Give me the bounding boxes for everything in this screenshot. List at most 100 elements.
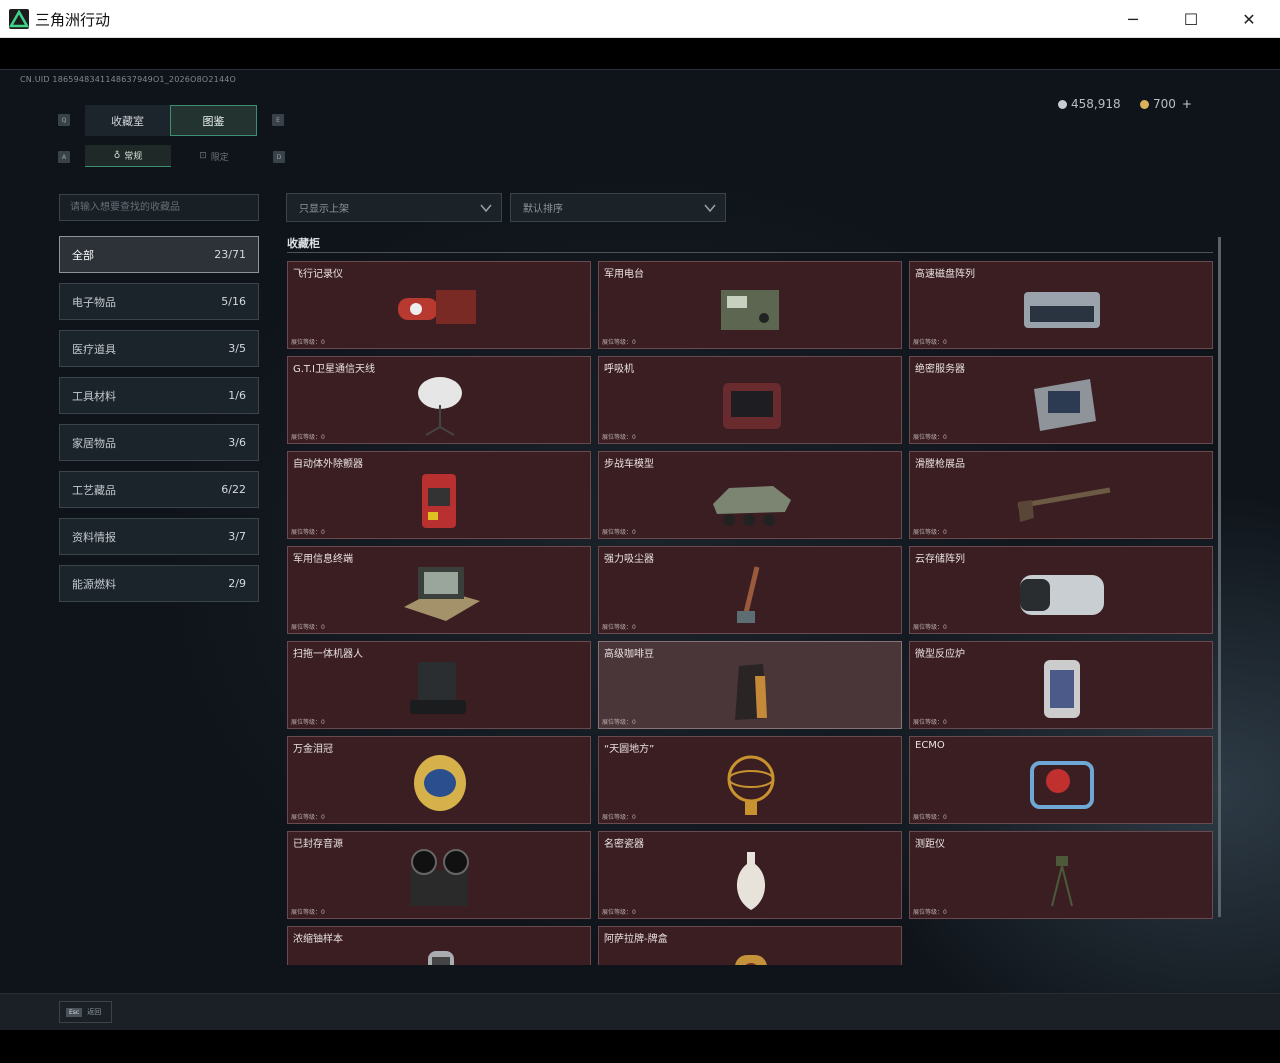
- booth-level: 展位等级：0: [291, 719, 325, 726]
- collectible-card[interactable]: ECMO 展位等级：0: [909, 736, 1213, 824]
- close-window-button[interactable]: ✕: [1220, 0, 1278, 38]
- collectible-card[interactable]: 飞行记录仪展位等级：0: [287, 261, 591, 349]
- card-box-icon: [699, 941, 803, 965]
- tab-catalog[interactable]: 图鉴: [170, 105, 257, 136]
- collectible-card[interactable]: 浓缩铀样本展位等级：0: [287, 926, 591, 965]
- category-label: 工艺藏品: [72, 483, 116, 497]
- add-currency-icon[interactable]: +: [1182, 97, 1192, 111]
- collectible-card[interactable]: 微型反应炉展位等级：0: [909, 641, 1213, 729]
- booth-level: 展位等级：0: [602, 719, 636, 726]
- collectible-name: 万金泪冠: [293, 744, 333, 755]
- category-count: 3/5: [228, 342, 246, 355]
- chevron-down-icon: [480, 204, 492, 213]
- category-item[interactable]: 医疗道具 3/5: [59, 330, 259, 367]
- robot-vacuum-icon: [388, 656, 492, 722]
- category-item[interactable]: 家居物品 3/6: [59, 424, 259, 461]
- booth-level: 展位等级：0: [913, 339, 947, 346]
- gold-coin-icon: [1140, 99, 1149, 109]
- collection-screen: CN.UID 1865948341148637949O1_2026O8O2144…: [0, 69, 1280, 993]
- collectible-card[interactable]: 军用电台 展位等级：0: [598, 261, 902, 349]
- category-count: 3/6: [228, 436, 246, 449]
- collectible-name: 高级咖啡豆: [604, 649, 654, 660]
- booth-level: 展位等级：0: [291, 339, 325, 346]
- sort-dropdown[interactable]: 默认排序: [510, 193, 726, 222]
- category-count: 1/6: [228, 389, 246, 402]
- gold-currency[interactable]: 700 +: [1140, 97, 1192, 111]
- booth-level: 展位等级：0: [291, 814, 325, 821]
- collectible-card[interactable]: 测距仪展位等级：0: [909, 831, 1213, 919]
- flight-recorder-icon: [388, 276, 492, 342]
- bottom-bar: Esc 返回: [0, 993, 1280, 1030]
- cloud-storage-icon: [1010, 561, 1114, 627]
- silver-coin-icon: [1058, 99, 1067, 109]
- collectible-card[interactable]: 呼吸机 展位等级：0: [598, 356, 902, 444]
- collectible-card[interactable]: 名密瓷器 展位等级：0: [598, 831, 902, 919]
- booth-level: 展位等级：0: [913, 814, 947, 821]
- jeweled-egg-icon: [388, 751, 492, 817]
- regular-icon: ♁: [113, 150, 121, 161]
- game-viewport: CN.UID 1865948341148637949O1_2026O8O2144…: [0, 38, 1280, 1030]
- collectible-card[interactable]: 绝密服务器 展位等级：0: [909, 356, 1213, 444]
- collectible-name: 军用电台: [604, 269, 644, 280]
- booth-level: 展位等级：0: [913, 719, 947, 726]
- category-count: 23/71: [214, 248, 246, 261]
- uranium-sample-icon: [388, 941, 492, 965]
- collectible-name: 测距仪: [915, 839, 945, 850]
- collectible-card[interactable]: 阿萨拉牌-牌盒展位等级：0: [598, 926, 902, 965]
- category-count: 3/7: [228, 530, 246, 543]
- collectible-card[interactable]: 军用信息终端 展位等级：0: [287, 546, 591, 634]
- category-label: 工具材料: [72, 389, 116, 403]
- collectible-name: 强力吸尘器: [604, 554, 654, 565]
- collectible-card[interactable]: 扫拖一体机器人展位等级：0: [287, 641, 591, 729]
- collectible-card[interactable]: 自动体外除颤器 展位等级：0: [287, 451, 591, 539]
- porcelain-vase-icon: [699, 846, 803, 912]
- collectible-card[interactable]: 强力吸尘器 展位等级：0: [598, 546, 902, 634]
- collectible-grid-viewport[interactable]: 飞行记录仪 展位等级：0 军用电台 展位等级：0 高速磁盘阵列 展位等级：0 G.T.I卫星…: [287, 261, 1213, 965]
- category-item[interactable]: 全部 23/71: [59, 236, 259, 273]
- collectible-name: 高速磁盘阵列: [915, 269, 975, 280]
- collectible-name: 扫拖一体机器人: [293, 649, 363, 660]
- subtab-limited-label: 限定: [210, 152, 229, 163]
- collectible-card[interactable]: 高级咖啡豆展位等级：0: [598, 641, 902, 729]
- minimize-button[interactable]: ─: [1104, 0, 1162, 38]
- subtab-limited[interactable]: ⊡ 限定: [171, 145, 257, 167]
- armillary-sphere-icon: [699, 751, 803, 817]
- collectible-name: 步战车模型: [604, 459, 654, 470]
- back-label: 返回: [87, 1008, 102, 1016]
- booth-level: 展位等级：0: [913, 909, 947, 916]
- satellite-dish-icon: [388, 371, 492, 437]
- collectible-card[interactable]: G.T.I卫星通信天线 展位等级：0: [287, 356, 591, 444]
- maximize-button[interactable]: ☐: [1162, 0, 1220, 38]
- collectible-search[interactable]: [59, 194, 259, 221]
- category-item[interactable]: 工具材料 1/6: [59, 377, 259, 414]
- collectible-card[interactable]: 已封存音源 展位等级：0: [287, 831, 591, 919]
- collectible-card[interactable]: 步战车模型 展位等级：0: [598, 451, 902, 539]
- category-item[interactable]: 能源燃料 2/9: [59, 565, 259, 602]
- grid-scrollbar[interactable]: [1218, 237, 1221, 917]
- disk-array-icon: [1010, 276, 1114, 342]
- shelf-filter-value: 只显示上架: [299, 204, 349, 215]
- collectible-card[interactable]: 高速磁盘阵列展位等级：0: [909, 261, 1213, 349]
- collectible-card[interactable]: 万金泪冠展位等级：0: [287, 736, 591, 824]
- key-hint-q: Q: [58, 114, 70, 126]
- category-label: 医疗道具: [72, 342, 116, 356]
- collectible-name: 飞行记录仪: [293, 269, 343, 280]
- collectible-name: 微型反应炉: [915, 649, 965, 660]
- back-button[interactable]: Esc 返回: [59, 1001, 112, 1023]
- collectible-card[interactable]: “天圆地方” 展位等级：0: [598, 736, 902, 824]
- category-item[interactable]: 工艺藏品 6/22: [59, 471, 259, 508]
- collectible-card[interactable]: 滑膛枪展品 展位等级：0: [909, 451, 1213, 539]
- search-input[interactable]: [60, 195, 258, 220]
- shelf-filter-dropdown[interactable]: 只显示上架: [286, 193, 502, 222]
- booth-level: 展位等级：0: [913, 434, 947, 441]
- tab-collection-room[interactable]: 收藏室: [85, 105, 170, 136]
- ecmo-icon: [1010, 751, 1114, 817]
- key-hint-a: A: [58, 151, 70, 163]
- collectible-card[interactable]: 云存储阵列 展位等级：0: [909, 546, 1213, 634]
- collectible-name: 浓缩铀样本: [293, 934, 343, 945]
- category-item[interactable]: 电子物品 5/16: [59, 283, 259, 320]
- subtab-regular[interactable]: ♁ 常规: [85, 145, 171, 167]
- category-item[interactable]: 资料情报 3/7: [59, 518, 259, 555]
- ifv-model-icon: [699, 466, 803, 532]
- military-radio-icon: [699, 276, 803, 342]
